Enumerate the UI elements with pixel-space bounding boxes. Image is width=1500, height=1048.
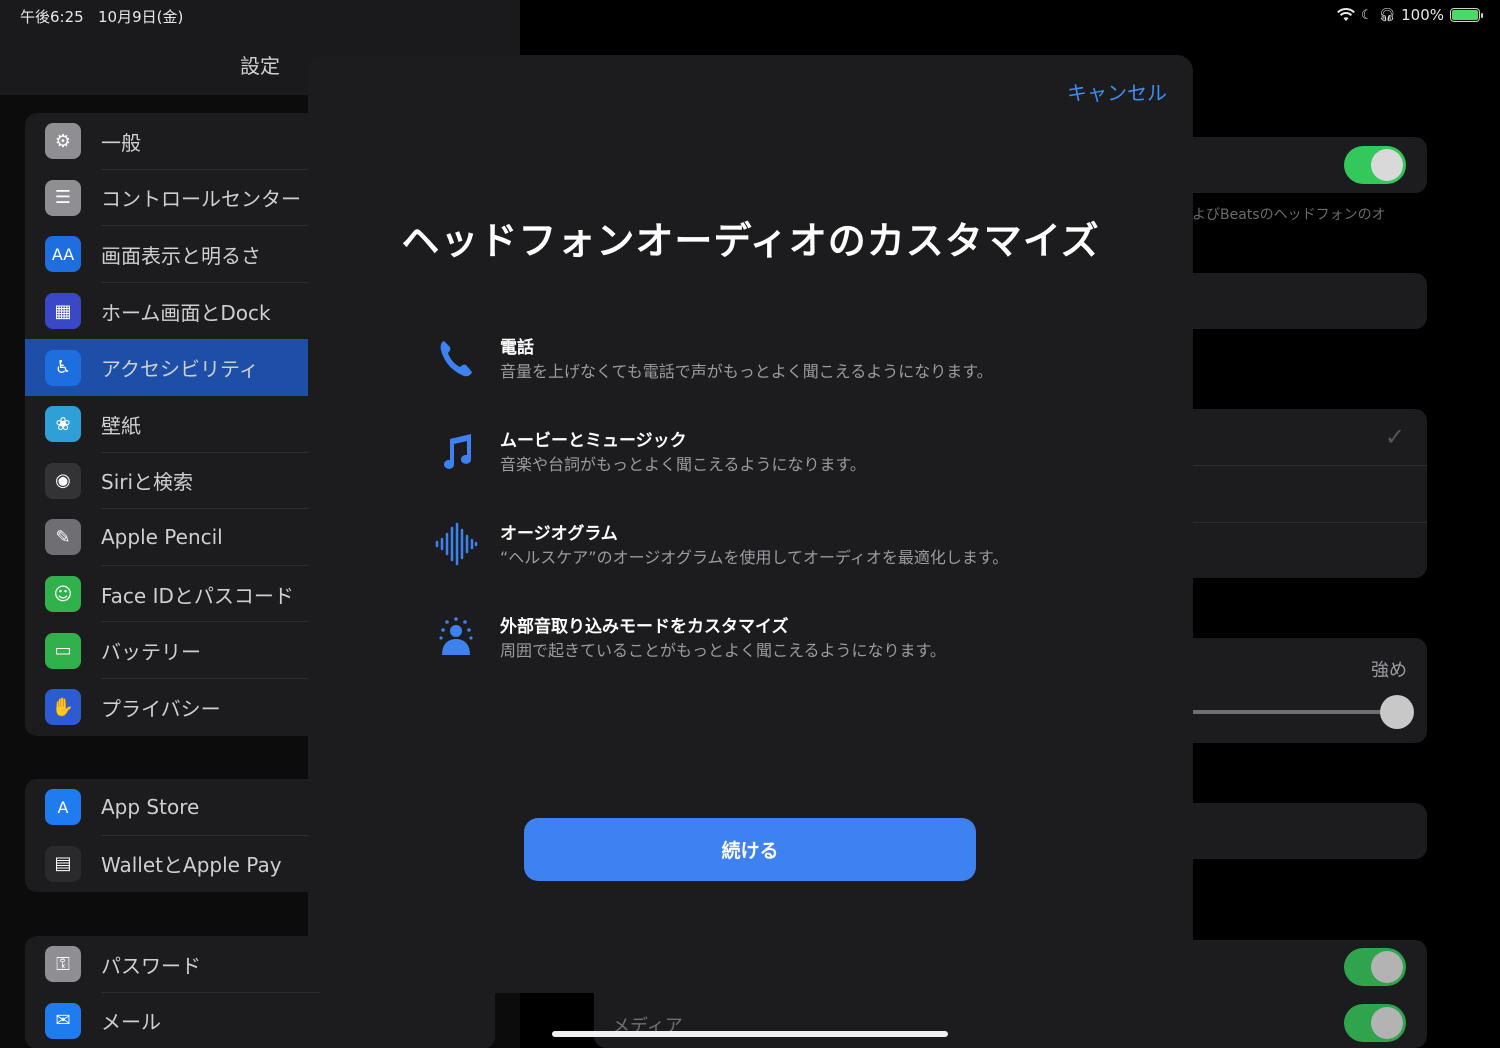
battery-percent: 100% (1401, 6, 1444, 24)
sidebar-item-label: App Store (101, 795, 200, 820)
beats-description: よびBeatsのヘッドフォンのオ (1192, 207, 1386, 223)
headphone-customization-sheet: キャンセル ヘッドフォンオーディオのカスタマイズ 電話 音量を上げなくても電話で… (308, 55, 1193, 993)
feature-description: 音楽や台詞がもっとよく聞こえるようになります。 (500, 455, 866, 474)
battery-icon (1450, 8, 1483, 22)
sidebar-item-label: Siriと検索 (101, 470, 194, 495)
feature-title: 電話 (500, 338, 534, 358)
flower-icon: ❀ (45, 406, 81, 443)
transparency-icon (428, 614, 484, 660)
switches-icon: ☰ (45, 179, 81, 216)
feature-description: 周囲で起きていることがもっとよく聞こえるようになります。 (500, 641, 946, 660)
cancel-button[interactable]: キャンセル (1067, 77, 1167, 106)
wifi-icon (1337, 8, 1355, 21)
headphone-accommodations-toggle[interactable] (1344, 146, 1406, 184)
sidebar-item-label: 一般 (101, 130, 141, 155)
pencil-icon: ✎ (45, 519, 81, 556)
key-icon: ⚿ (45, 946, 81, 983)
battery-icon: ▭ (45, 632, 81, 669)
feature-description: 音量を上げなくても電話で声がもっとよく聞こえるようになります。 (500, 362, 993, 381)
sidebar-item-label: Apple Pencil (101, 525, 223, 550)
music-note-icon (428, 428, 484, 474)
faceid-icon: ☺ (45, 576, 81, 613)
checkmark-icon: ✓ (1384, 423, 1405, 451)
date-text: 10月9日(金) (98, 8, 184, 26)
sidebar-item-label: プライバシー (101, 696, 221, 721)
sidebar-item-label: パスワード (101, 953, 201, 978)
accessibility-icon: ♿ (45, 349, 81, 386)
phone-icon (428, 335, 484, 381)
moon-icon: ☾ (1360, 7, 1373, 23)
text-size-icon: AA (45, 236, 81, 273)
waveform-icon (428, 521, 484, 567)
feature-title: 外部音取り込みモードをカスタマイズ (500, 617, 789, 637)
sidebar-item-label: コントロールセンター (101, 187, 301, 212)
feature-title: オージオグラム (500, 524, 618, 544)
siri-icon: ◉ (45, 462, 81, 499)
media-toggle-2[interactable] (1344, 1004, 1406, 1042)
sidebar-item-label: Face IDとパスコード (101, 583, 294, 608)
sidebar-item[interactable]: ✉ メール (25, 993, 495, 1048)
feature-title: ムービーとミュージック (500, 431, 687, 451)
headphones-icon: 🎧︎ (1378, 7, 1396, 23)
continue-button[interactable]: 続ける (524, 818, 976, 881)
sidebar-item-label: アクセシビリティ (101, 357, 259, 382)
gear-icon: ⚙ (45, 123, 81, 160)
sidebar-item-label: WalletとApple Pay (101, 853, 282, 878)
status-time: 午後6:25 10月9日(金) (20, 6, 183, 27)
wallet-icon: ▤ (45, 845, 81, 882)
grid-icon: ▦ (45, 293, 81, 330)
sheet-title: ヘッドフォンオーディオのカスタマイズ (401, 219, 1100, 263)
slider-max-label: 強め (1371, 660, 1407, 681)
mail-icon: ✉ (45, 1002, 81, 1039)
status-indicators: ☾ 🎧︎ 100% (1337, 6, 1483, 24)
sidebar-item-label: 画面表示と明るさ (101, 243, 261, 268)
time-text: 午後6:25 (20, 8, 84, 26)
hand-icon: ✋ (45, 689, 81, 726)
sidebar-item-label: バッテリー (101, 640, 201, 665)
tuning-slider-thumb[interactable] (1380, 695, 1414, 729)
sidebar-item-label: 壁紙 (101, 413, 141, 438)
sidebar-item-label: メール (101, 1010, 161, 1035)
feature-description: “ヘルスケア”のオージオグラムを使用してオーディオを最適化します。 (500, 548, 1009, 567)
home-indicator[interactable] (552, 1031, 948, 1037)
media-toggle-1[interactable] (1344, 948, 1406, 986)
sidebar-item-label: ホーム画面とDock (101, 300, 271, 325)
appstore-icon: A (45, 789, 81, 826)
status-bar: 午後6:25 10月9日(金) ☾ 🎧︎ 100% (0, 0, 1500, 30)
